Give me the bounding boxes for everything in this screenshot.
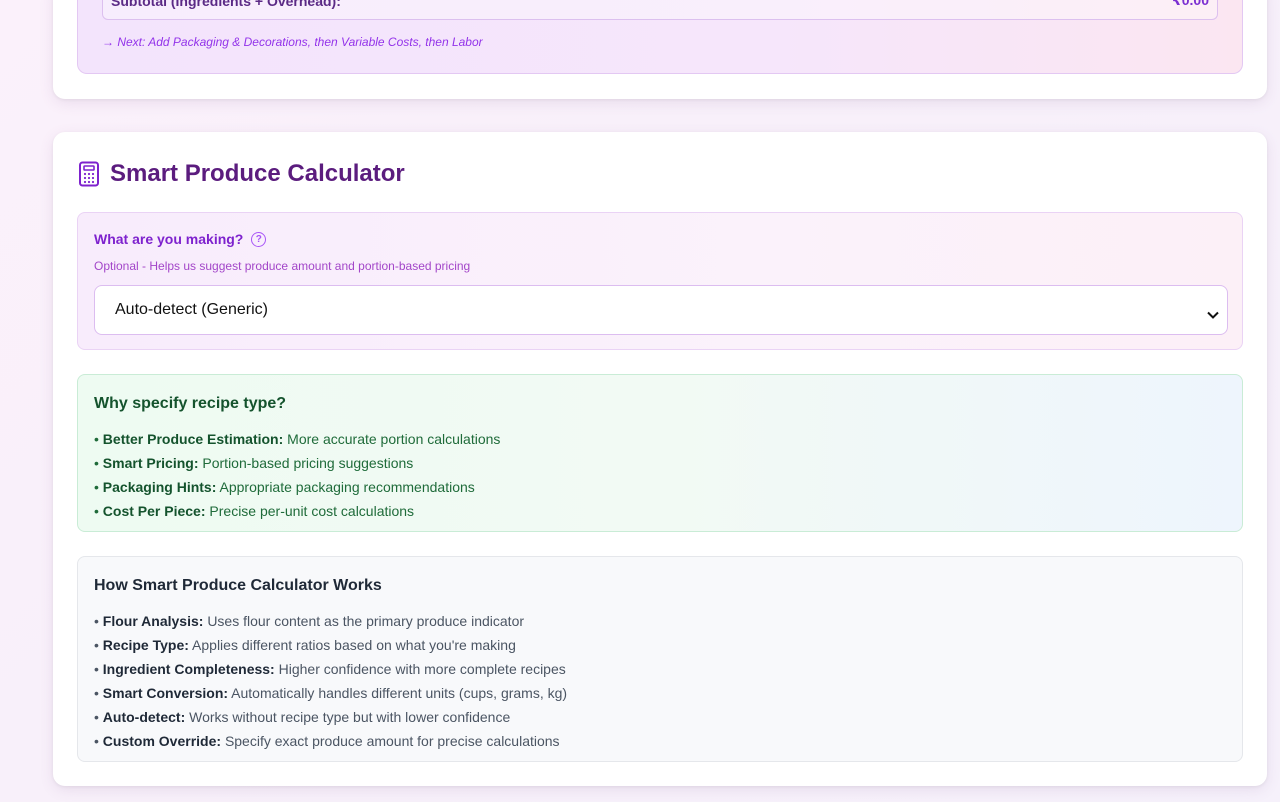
list-item: • Better Produce Estimation: More accura… (94, 431, 501, 447)
list-item: • Ingredient Completeness: Higher confid… (94, 661, 566, 677)
why-list: • Better Produce Estimation: More accura… (94, 427, 500, 523)
list-item: • Smart Conversion: Automatically handle… (94, 685, 568, 701)
recipe-type-label-text: What are you making? (94, 231, 244, 247)
list-item: • Cost Per Piece: Precise per-unit cost … (94, 503, 415, 519)
recipe-type-panel: What are you making? ? Optional - Helps … (77, 212, 1243, 350)
section-header: Smart Produce Calculator (78, 160, 405, 188)
why-heading: Why specify recipe type? (94, 395, 287, 412)
list-item: • Packaging Hints: Appropriate packaging… (94, 479, 475, 495)
recipe-type-select[interactable]: Auto-detect (Generic) (94, 285, 1228, 335)
subtotal-value: ₹0.00 (1172, 0, 1209, 8)
how-it-works-panel: How Smart Produce Calculator Works • Flo… (77, 556, 1243, 762)
list-item: • Auto-detect: Works without recipe type… (94, 709, 511, 725)
overhead-summary-box: Subtotal (Ingredients + Overhead): ₹0.00… (77, 0, 1243, 74)
page-title: Smart Produce Calculator (110, 160, 405, 187)
recipe-type-hint: Optional - Helps us suggest produce amou… (94, 259, 471, 273)
smart-produce-calculator-card: Smart Produce Calculator What are you ma… (53, 132, 1267, 786)
recipe-type-label: What are you making? ? (94, 231, 267, 247)
recipe-type-selected-value: Auto-detect (Generic) (115, 301, 268, 318)
list-item: • Flour Analysis: Uses flour content as … (94, 613, 525, 629)
why-specify-panel: Why specify recipe type? • Better Produc… (77, 374, 1243, 532)
list-item: • Recipe Type: Applies different ratios … (94, 637, 516, 653)
subtotal-row: Subtotal (Ingredients + Overhead): ₹0.00 (102, 0, 1218, 20)
next-steps-hint: → Next: Add Packaging & Decorations, the… (102, 35, 483, 49)
list-item: • Custom Override: Specify exact produce… (94, 733, 560, 749)
help-icon[interactable]: ? (251, 231, 267, 247)
subtotal-label: Subtotal (Ingredients + Overhead): (111, 0, 341, 9)
chevron-down-icon (1207, 306, 1219, 319)
how-heading: How Smart Produce Calculator Works (94, 577, 382, 594)
overhead-card: Subtotal (Ingredients + Overhead): ₹0.00… (53, 0, 1267, 99)
calculator-icon (78, 161, 100, 187)
how-list: • Flour Analysis: Uses flour content as … (94, 609, 567, 753)
list-item: • Smart Pricing: Portion-based pricing s… (94, 455, 414, 471)
